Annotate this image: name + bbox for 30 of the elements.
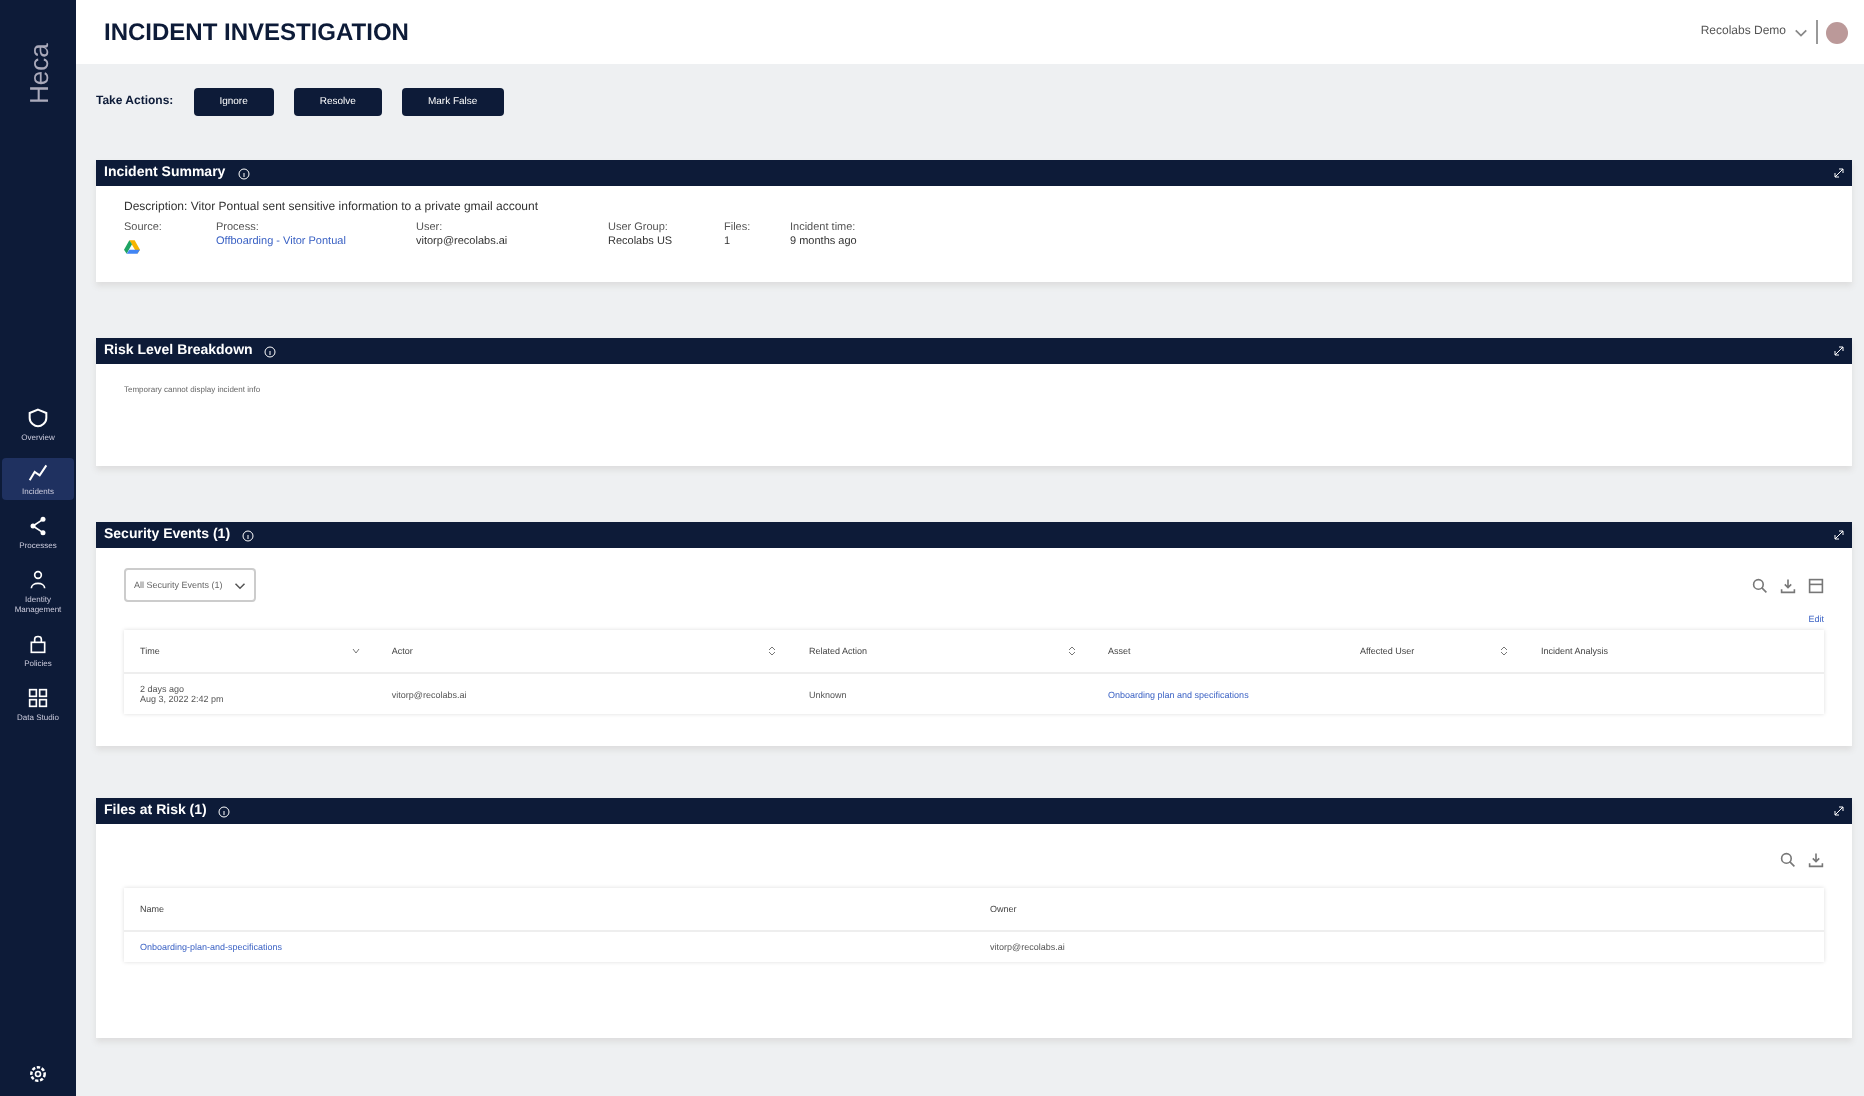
info-icon[interactable] (218, 805, 231, 817)
line-chart-icon[interactable] (28, 462, 48, 482)
expand-icon[interactable] (1834, 168, 1844, 178)
columns-icon[interactable] (1808, 577, 1824, 593)
grid-icon[interactable] (28, 688, 48, 708)
expand-icon[interactable] (1834, 530, 1844, 540)
settings-icon[interactable] (28, 1064, 48, 1084)
drive-icon (124, 240, 140, 254)
info-icon[interactable] (242, 529, 255, 541)
avatar[interactable] (1826, 21, 1848, 43)
logo[interactable]: Heca (23, 16, 53, 104)
lock-icon[interactable] (28, 634, 48, 654)
expand-icon[interactable] (1834, 806, 1844, 816)
sort-desc-icon[interactable] (351, 646, 360, 656)
download-icon[interactable] (1780, 577, 1796, 593)
expand-icon[interactable] (1834, 346, 1844, 356)
info-icon[interactable] (237, 167, 250, 179)
caret-icon[interactable] (1794, 27, 1808, 37)
sort-icon[interactable] (1068, 646, 1077, 656)
page-title: INCIDENT INVESTIGATION (104, 18, 409, 46)
person-icon[interactable] (28, 570, 48, 590)
sort-icon[interactable] (768, 646, 777, 656)
search-icon[interactable] (1780, 852, 1796, 868)
sort-icon[interactable] (1500, 646, 1509, 656)
download-icon[interactable] (1808, 852, 1824, 868)
info-icon[interactable] (264, 345, 277, 357)
shield-icon[interactable] (28, 408, 48, 428)
share-icon[interactable] (28, 516, 48, 536)
search-icon[interactable] (1752, 577, 1768, 593)
chevron-icon[interactable] (234, 581, 247, 589)
